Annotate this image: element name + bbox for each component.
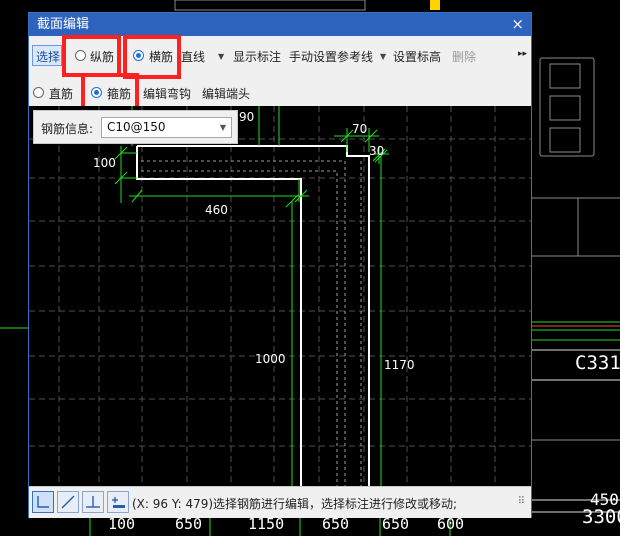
corner-icon [37,496,49,508]
dimension-label[interactable]: 100 [93,156,116,170]
set-elevation-button[interactable]: 设置标高 [393,48,441,65]
show-dimensions-button[interactable]: 显示标注 [233,48,281,65]
bg-label-3300: 3300 [582,506,620,528]
dimension-label[interactable]: 90 [239,110,254,124]
straight-bar-label[interactable]: 直筋 [49,85,73,102]
dialog-title: 截面编辑 [37,17,90,32]
dimension-snap-button[interactable] [107,491,129,513]
status-bar: (X: 96 Y: 479)选择钢筋进行编辑，选择标注进行修改或移动; ⠿ [29,486,531,518]
edit-end-button[interactable]: 编辑端头 [202,85,250,102]
select-label: 选择 [36,50,61,64]
rebar-info-value: C10@150 [107,120,166,134]
dimension-label[interactable]: 1000 [255,352,286,366]
edit-hook-button[interactable]: 编辑弯钩 [143,85,191,102]
status-text: (X: 96 Y: 479)选择钢筋进行编辑，选择标注进行修改或移动; [132,497,458,511]
diagonal-icon [61,495,75,509]
diagonal-snap-button[interactable] [57,491,79,513]
dimension-icon [112,497,125,508]
overflow-icon[interactable]: ▸▸ [518,49,527,59]
dimension-label[interactable]: 70 [352,122,367,136]
rebar-info-select[interactable]: C10@150 ▼ [101,117,232,138]
dimension-label[interactable]: 30 [369,144,384,158]
resize-grip-icon[interactable]: ⠿ [518,496,525,507]
chevron-down-icon[interactable]: ▼ [220,118,226,137]
dimension-label[interactable]: 1170 [384,358,415,372]
drawing-canvas[interactable]: 钢筋信息: C10@150 ▼ 90 70 30 100 460 1000 11… [29,106,531,486]
delete-button[interactable]: 删除 [452,48,476,65]
highlight-longitudinal [62,35,121,77]
close-icon[interactable]: × [511,13,524,36]
perpendicular-snap-button[interactable] [82,491,104,513]
dimension-label[interactable]: 460 [205,203,228,217]
chevron-down-icon[interactable]: ▼ [380,52,386,61]
select-button[interactable]: 选择 [32,45,62,66]
chevron-down-icon[interactable]: ▼ [218,52,224,61]
section-edit-dialog: 截面编辑 × 选择 纵筋 横筋 直线 ▼ 显示标注 手动设置参考线 ▼ 设置标高… [28,12,532,518]
rebar-info-panel: 钢筋信息: C10@150 ▼ [33,110,238,144]
straight-bar-radio[interactable] [33,87,44,98]
dialog-titlebar[interactable]: 截面编辑 × [29,13,531,36]
manual-reference-button[interactable]: 手动设置参考线 [289,48,373,65]
orthogonal-snap-button[interactable] [32,491,54,513]
rebar-info-label: 钢筋信息: [41,122,94,136]
straight-line-tool[interactable]: 直线 [181,48,205,65]
bg-label-c3316: C3316 [575,352,620,374]
perpendicular-icon [86,496,100,508]
